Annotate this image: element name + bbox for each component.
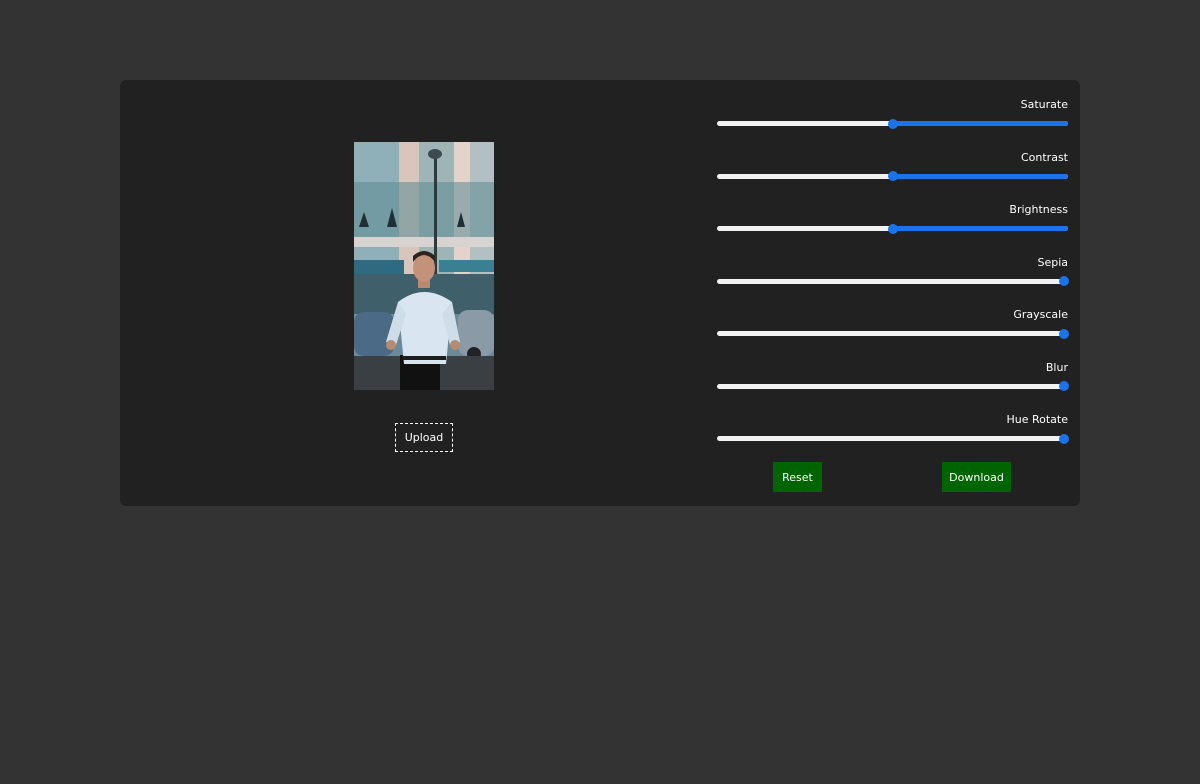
download-button[interactable]: Download (942, 462, 1011, 492)
hue-rotate-slider-thumb[interactable] (1059, 433, 1070, 444)
slider-row-hue-rotate: Hue Rotate (717, 410, 1070, 463)
brightness-slider-thumb[interactable] (887, 223, 898, 234)
saturate-slider[interactable] (717, 118, 1068, 129)
reset-button[interactable]: Reset (773, 462, 822, 492)
sepia-slider[interactable] (717, 276, 1070, 286)
saturate-slider-thumb[interactable] (887, 118, 898, 129)
saturate-label: Saturate (1020, 98, 1068, 111)
brightness-slider[interactable] (717, 223, 1068, 234)
contrast-label: Contrast (1020, 150, 1068, 164)
slider-row-brightness: Brightness (717, 200, 1068, 253)
blur-label: Blur (1045, 360, 1068, 374)
hue-rotate-slider[interactable] (717, 433, 1070, 444)
brightness-label: Brightness (1009, 203, 1068, 216)
slider-row-grayscale: Grayscale (717, 305, 1070, 358)
filter-controls: Saturate Contrast Brightness Sepia Grayscale… (717, 95, 1070, 463)
upload-button[interactable]: Upload (395, 423, 453, 452)
sepia-slider-thumb[interactable] (1059, 276, 1070, 286)
sepia-label: Sepia (1037, 255, 1068, 269)
contrast-slider-thumb[interactable] (887, 171, 898, 181)
contrast-slider-fill (892, 173, 1068, 179)
preview-image (354, 142, 494, 390)
blur-slider-thumb[interactable] (1059, 381, 1070, 391)
slider-row-sepia: Sepia (717, 253, 1070, 306)
grayscale-slider[interactable] (717, 328, 1070, 339)
slider-row-contrast: Contrast (717, 148, 1068, 201)
blur-slider[interactable] (717, 381, 1070, 391)
grayscale-label: Grayscale (1013, 308, 1068, 321)
brightness-slider-fill (892, 226, 1068, 231)
editor-panel: Upload Saturate Contrast Brightness Sepia Gr… (120, 80, 1080, 506)
photo-illustration (354, 142, 494, 390)
grayscale-slider-thumb[interactable] (1059, 328, 1070, 339)
slider-row-saturate: Saturate (717, 95, 1068, 148)
saturate-slider-fill (892, 121, 1068, 126)
slider-row-blur: Blur (717, 358, 1070, 411)
contrast-slider[interactable] (717, 171, 1068, 181)
hue-rotate-label: Hue Rotate (1006, 413, 1068, 426)
